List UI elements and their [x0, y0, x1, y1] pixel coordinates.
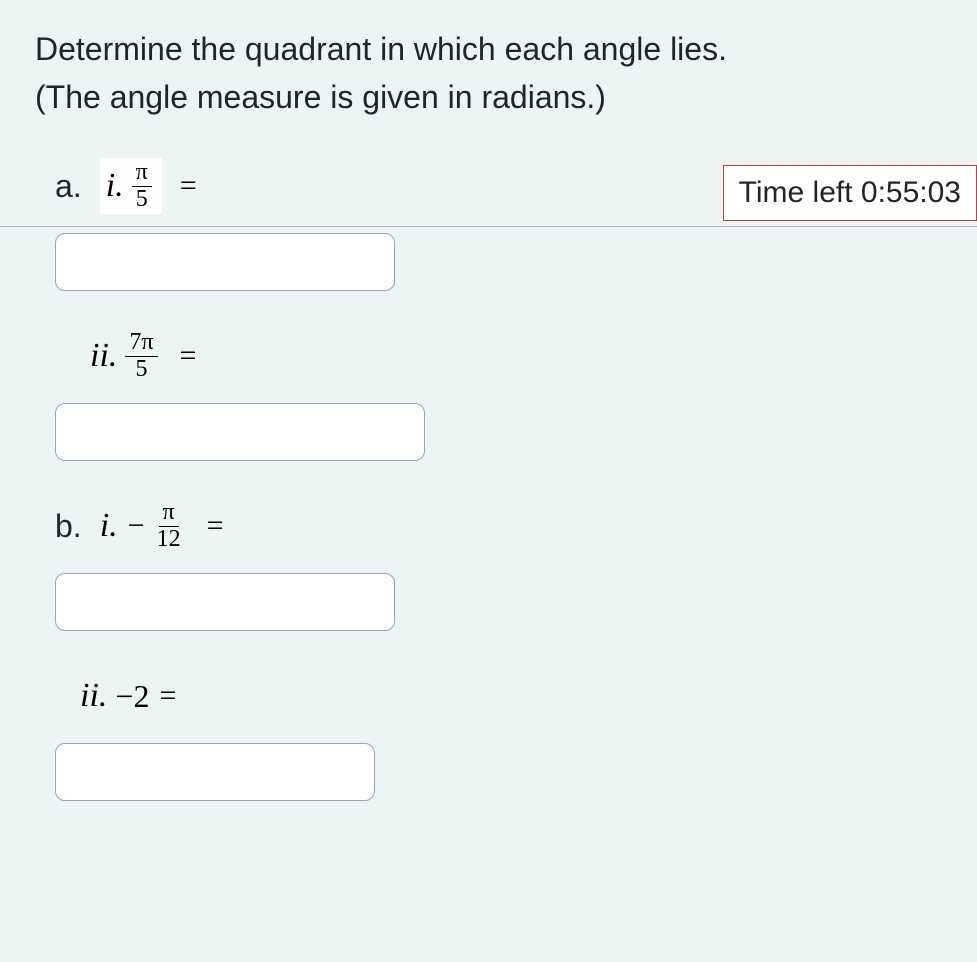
answer-input-b-i[interactable] [55, 573, 395, 631]
answer-input-a-ii[interactable] [55, 403, 425, 461]
frac-den-a-ii: 5 [131, 357, 151, 382]
roman-a-ii: ii. [90, 337, 117, 375]
instructions-line2: (The angle measure is given in radians.) [35, 79, 606, 115]
fraction-b-i: π 12 [153, 500, 185, 551]
label-row-a-ii: ii. 7π 5 = [35, 321, 942, 391]
neg-sign-b-i: − [128, 509, 145, 543]
roman-a-i: i. [106, 167, 124, 205]
fraction-a-i: π 5 [132, 160, 152, 211]
label-row-b-ii: ii. −2 = [35, 661, 942, 731]
part-letter-b: b. [55, 508, 82, 545]
timer-label: Time left 0:55:03 [739, 176, 961, 209]
expr-b-ii: −2 [115, 678, 149, 715]
equals-a-i: = [180, 169, 197, 203]
frac-num-a-ii: 7π [125, 330, 157, 356]
question-b-i: b. i. − π 12 = [35, 491, 942, 631]
fraction-a-ii: 7π 5 [125, 330, 157, 381]
timer-box: Time left 0:55:03 [723, 165, 977, 221]
question-b-ii: ii. −2 = [35, 661, 942, 801]
part-letter-a: a. [55, 168, 82, 205]
question-container: Determine the quadrant in which each ang… [0, 0, 977, 856]
frac-den-a-i: 5 [132, 187, 152, 212]
equals-a-ii: = [180, 339, 197, 373]
equals-b-i: = [207, 509, 224, 543]
roman-b-ii: ii. [80, 677, 107, 715]
frac-den-b-i: 12 [153, 527, 185, 552]
instructions-line1: Determine the quadrant in which each ang… [35, 31, 727, 67]
instructions-text: Determine the quadrant in which each ang… [35, 25, 942, 121]
frac-num-a-i: π [132, 160, 152, 186]
frac-num-b-i: π [159, 500, 179, 526]
label-row-b-i: b. i. − π 12 = [35, 491, 942, 561]
answer-input-b-ii[interactable] [55, 743, 375, 801]
expr-highlight-a-i: i. π 5 [100, 158, 162, 213]
question-a-ii: ii. 7π 5 = [35, 321, 942, 461]
roman-b-i: i. [100, 507, 118, 545]
equals-b-ii: = [159, 679, 176, 713]
answer-input-a-i[interactable] [55, 233, 395, 291]
